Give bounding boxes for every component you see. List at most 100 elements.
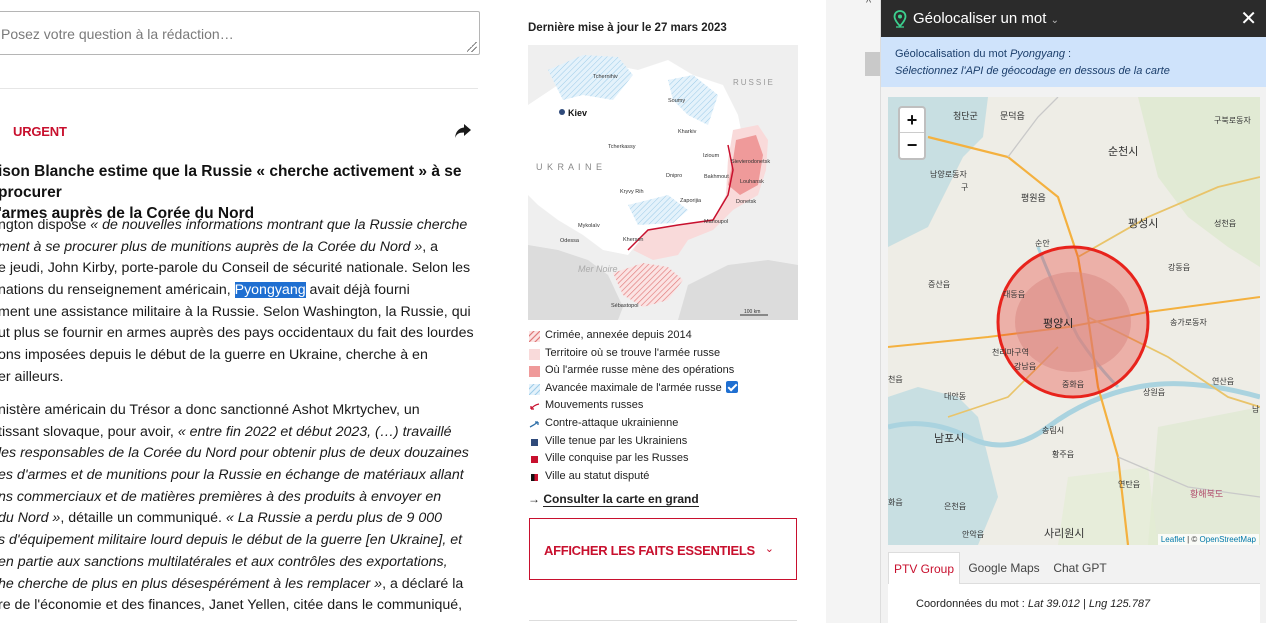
svg-text:평원읍: 평원읍: [1021, 193, 1046, 204]
urgent-label: URGENT: [13, 124, 67, 139]
svg-text:Mykolaïv: Mykolaïv: [578, 223, 600, 229]
svg-text:순천시: 순천시: [1108, 144, 1138, 158]
svg-text:Marioupol: Marioupol: [704, 219, 728, 225]
svg-text:화읍: 화읍: [888, 498, 903, 507]
ukraine-war-map[interactable]: RUSSIE U K R A I N E Kiev Mer Noire Tche…: [528, 45, 798, 320]
map-attribution: Leaflet | © OpenStreetMap: [1157, 534, 1259, 545]
info-line-1: Géolocalisation du mot Pyongyang :: [895, 48, 1072, 60]
chevron-down-icon: ⌄: [1050, 15, 1059, 26]
legend-item: Avancée maximale de l'armée russe: [528, 380, 798, 398]
svg-text:대안동: 대안동: [944, 391, 966, 401]
red-arrow-icon: [530, 403, 540, 411]
svg-text:Tchernihiv: Tchernihiv: [593, 74, 618, 80]
svg-text:남양로동자: 남양로동자: [930, 170, 967, 179]
svg-text:Donetsk: Donetsk: [736, 199, 756, 205]
legend-item: Ville au statut disputé: [528, 468, 798, 486]
scrollbar-area: ^: [826, 0, 880, 623]
legend-swatch: [529, 366, 540, 378]
legend-checkbox[interactable]: [725, 380, 738, 393]
svg-text:강남읍: 강남읍: [1014, 361, 1036, 371]
tab-ptv-group[interactable]: PTV Group: [888, 552, 960, 584]
paragraph-2: nistère américain du Trésor a donc sanct…: [0, 402, 469, 614]
scrollbar-thumb[interactable]: [865, 52, 880, 76]
divider: [529, 620, 797, 621]
geocoding-api-tabs: PTV Group Google Maps Chat GPT: [888, 552, 1260, 584]
svg-text:대동읍: 대동읍: [1003, 290, 1025, 299]
zoom-out-button[interactable]: −: [900, 133, 924, 158]
info-line-2: Sélectionnez l'API de géocodage en desso…: [895, 65, 1170, 77]
legend-item: Ville tenue par les Ukrainiens: [528, 433, 798, 451]
svg-text:연탄읍: 연탄읍: [1118, 479, 1140, 489]
svg-text:남: 남: [1252, 405, 1260, 414]
svg-text:송림시: 송림시: [1042, 425, 1064, 435]
question-textarea[interactable]: Posez votre question à la rédaction…: [0, 11, 480, 55]
svg-text:Kiev: Kiev: [568, 108, 587, 118]
svg-text:천읍: 천읍: [888, 374, 903, 384]
legend-swatch: [531, 456, 538, 464]
coordinates-text: Coordonnées du mot : Lat 39.012 | Lng 12…: [916, 598, 1151, 610]
svg-text:천리마구역: 천리마구역: [992, 347, 1029, 357]
pyongyang-map[interactable]: 청단군 문덕읍 순천시 구북로동자 남양로동자 구 평원읍 평성시 성천읍 순안…: [888, 97, 1260, 545]
svg-text:청단군: 청단군: [953, 111, 978, 122]
svg-text:은천읍: 은천읍: [944, 501, 966, 511]
svg-text:평양시: 평양시: [1043, 317, 1073, 330]
blue-arrow-icon: [529, 421, 539, 428]
ukraine-map-column: Dernière mise à jour le 27 mars 2023 RUS…: [528, 0, 798, 623]
svg-text:100 km: 100 km: [744, 309, 760, 315]
tab-google-maps[interactable]: Google Maps: [964, 552, 1044, 584]
share-arrow-icon[interactable]: [454, 123, 472, 139]
svg-text:강동읍: 강동읍: [1168, 262, 1190, 272]
geolocate-panel: Géolocaliser un mot ⌄ ✕ Géolocalisation …: [880, 0, 1266, 623]
osm-link[interactable]: OpenStreetMap: [1200, 535, 1256, 544]
svg-text:사리원시: 사리원시: [1044, 527, 1084, 540]
zoom-control: + −: [898, 106, 926, 160]
legend-item: Crimée, annexée depuis 2014: [528, 327, 798, 345]
info-banner: Géolocalisation du mot Pyongyang : Sélec…: [881, 37, 1266, 87]
svg-text:상원읍: 상원읍: [1143, 387, 1165, 397]
svg-text:연산읍: 연산읍: [1212, 376, 1234, 386]
svg-text:Mer Noire: Mer Noire: [578, 264, 618, 274]
panel-title[interactable]: Géolocaliser un mot ⌄: [913, 10, 1059, 27]
svg-text:Zaporijia: Zaporijia: [680, 198, 702, 204]
svg-text:중화읍: 중화읍: [1062, 380, 1084, 389]
legend-swatch: [531, 438, 538, 446]
paragraph-1: ngton dispose « de nouvelles information…: [0, 217, 474, 385]
legend-swatch: [529, 348, 540, 360]
consult-map-link[interactable]: → Consulter la carte en grand: [528, 492, 699, 507]
selected-word-highlight[interactable]: Pyongyang: [234, 282, 306, 299]
show-key-facts-button[interactable]: AFFICHER LES FAITS ESSENTIELS ⌄: [529, 518, 797, 580]
svg-text:증산읍: 증산읍: [928, 279, 950, 289]
svg-text:Bakhmout: Bakhmout: [704, 174, 729, 180]
tab-chat-gpt[interactable]: Chat GPT: [1048, 552, 1112, 584]
svg-text:Kryvy Rih: Kryvy Rih: [620, 189, 644, 195]
hatch-blue-swatch-icon: [529, 383, 540, 395]
legend-item: Où l'armée russe mène des opérations: [528, 362, 798, 380]
article-column: Posez votre question à la rédaction… URG…: [0, 0, 490, 623]
divider: [0, 88, 478, 89]
svg-text:황주읍: 황주읍: [1052, 449, 1074, 459]
svg-text:Sievierodonetsk: Sievierodonetsk: [731, 159, 770, 165]
svg-text:Dnipro: Dnipro: [666, 173, 682, 179]
legend-swatch: [531, 473, 538, 481]
svg-text:Tcherkassy: Tcherkassy: [608, 144, 636, 150]
headline-line: ison Blanche estime que la Russie « cher…: [0, 163, 462, 201]
hatch-red-swatch-icon: [529, 331, 540, 342]
svg-text:순안: 순안: [1035, 238, 1050, 248]
svg-text:구북로동자: 구북로동자: [1214, 116, 1251, 125]
legend-item: Ville conquise par les Russes: [528, 450, 798, 468]
svg-text:성천읍: 성천읍: [1214, 218, 1236, 228]
legend-item: Contre-attaque ukrainienne: [528, 415, 798, 433]
panel-header: Géolocaliser un mot ⌄ ✕: [881, 0, 1266, 37]
svg-text:Izioum: Izioum: [703, 153, 720, 159]
leaflet-link[interactable]: Leaflet: [1161, 535, 1185, 544]
svg-text:Kharkiv: Kharkiv: [678, 129, 697, 135]
question-placeholder: Posez votre question à la rédaction…: [1, 26, 234, 42]
city-marker: [559, 109, 565, 115]
consult-map-label[interactable]: Consulter la carte en grand: [543, 492, 699, 507]
chevron-down-icon: ⌄: [764, 543, 774, 555]
resize-grip-icon[interactable]: [467, 42, 477, 52]
svg-text:안악읍: 안악읍: [962, 529, 984, 539]
zoom-in-button[interactable]: +: [900, 108, 924, 133]
close-icon[interactable]: ✕: [1240, 6, 1257, 31]
scroll-up-icon[interactable]: ^: [866, 0, 871, 9]
